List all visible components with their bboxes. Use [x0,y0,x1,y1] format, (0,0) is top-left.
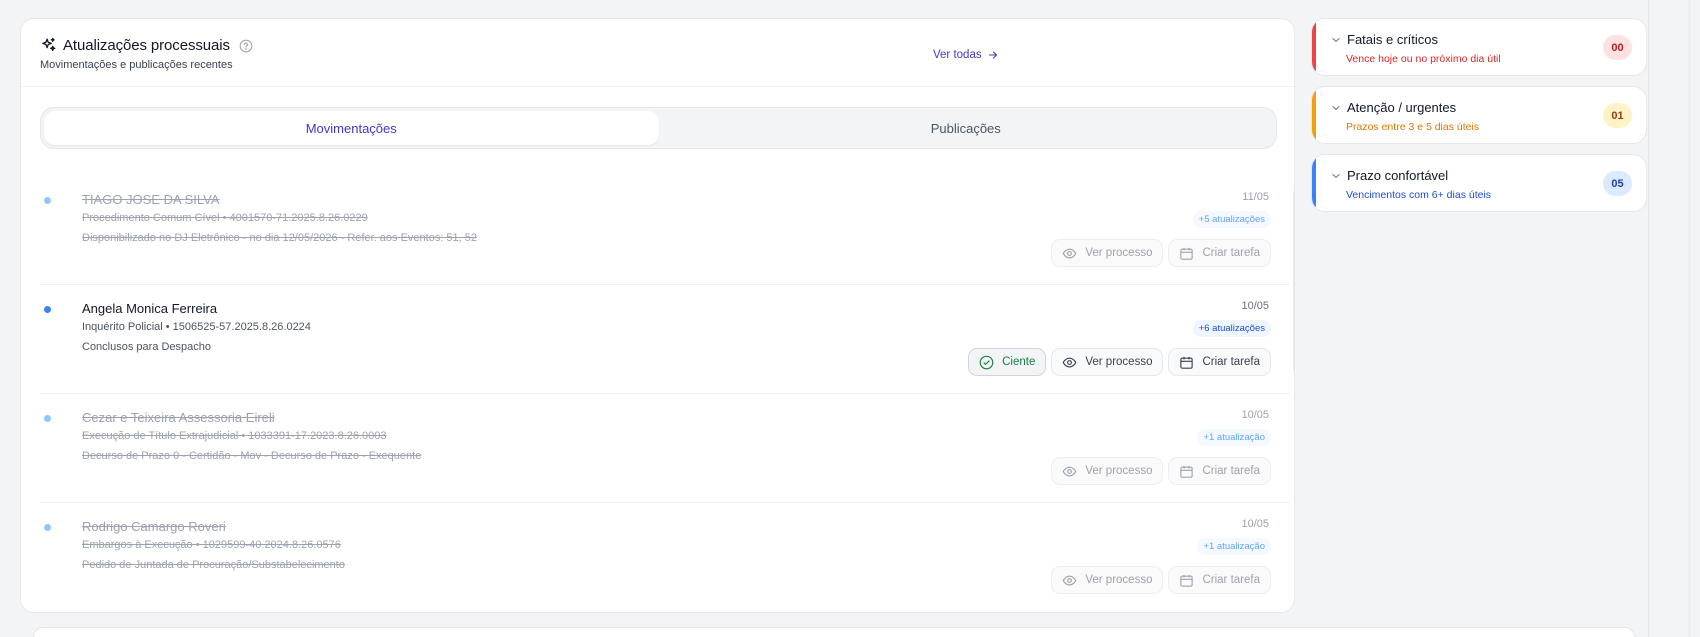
deadlines-sidebar: Fatais e críticos Vence hoje ou no próxi… [1311,18,1647,222]
deadline-group-fatal[interactable]: Fatais e críticos Vence hoje ou no próxi… [1311,18,1647,76]
create-task-button[interactable]: Criar tarefa [1168,566,1271,594]
item-date: 10/05 [1241,518,1269,530]
process-info: Procedimento Comum Cível • 4001570-71.20… [82,212,368,224]
tab-movimentacoes[interactable]: Movimentações [44,111,659,145]
item-date: 11/05 [1242,191,1269,203]
title-row: Atualizações processuais [40,37,253,54]
divider [1648,0,1649,637]
view-process-label: Ver processo [1085,247,1153,259]
deadline-group-title: Fatais e críticos [1347,32,1439,47]
movement-description: Disponibilizado no DJ Eletrônico - no di… [82,232,478,244]
view-process-button[interactable]: Ver processo [1051,566,1164,594]
create-task-button[interactable]: Criar tarefa [1168,239,1271,267]
list-item: Angela Monica Ferreira Inquérito Policia… [40,285,1290,394]
eye-icon [1062,575,1077,585]
deadline-group-title: Prazo confortável [1347,168,1449,183]
accent-bar [1312,87,1316,143]
process-info: Embargos à Execução • 1029599-40.2024.8.… [82,539,341,551]
view-process-label: Ver processo [1085,465,1153,477]
view-process-button[interactable]: Ver processo [1051,239,1164,267]
item-actions: Ver processo Criar tarefa [1051,566,1271,594]
create-task-button[interactable]: Criar tarefa [1168,457,1271,485]
deadline-count-badge: 01 [1603,103,1632,128]
updates-badge[interactable]: +1 atualização [1197,538,1271,555]
updates-badge[interactable]: +6 atualizações [1192,320,1271,337]
party-name: Rodrigo Camargo Roveri [82,519,226,534]
help-icon[interactable] [239,39,253,53]
status-dot [44,197,51,204]
chevron-down-icon [1332,38,1340,42]
panel-header: Atualizações processuais Movimentações e… [21,19,1294,87]
calendar-icon [1180,574,1194,587]
movement-description: Decurso de Prazo 0 - Certidão - Mov - De… [82,450,422,462]
deadline-count-badge: 05 [1603,171,1632,196]
eye-icon [1062,357,1077,367]
next-section-card [33,627,1635,637]
updates-badge[interactable]: +1 atualização [1197,429,1271,446]
panel-subtitle: Movimentações e publicações recentes [40,59,233,71]
item-date: 10/05 [1241,409,1269,421]
list-scrollbar[interactable] [1293,191,1294,371]
status-dot [44,306,51,313]
item-date: 10/05 [1241,300,1269,312]
tab-publicacoes[interactable]: Publicações [659,111,1274,145]
create-task-label: Criar tarefa [1202,356,1260,368]
arrow-right-icon [988,51,997,59]
deadline-group-urgent[interactable]: Atenção / urgentes Prazos entre 3 e 5 di… [1311,86,1647,144]
party-name: TIAGO JOSE DA SILVA [82,192,220,207]
calendar-icon [1180,247,1194,260]
acknowledge-label: Ciente [1002,356,1036,368]
accent-bar [1312,19,1316,75]
view-process-button[interactable]: Ver processo [1051,348,1164,376]
movement-description: Conclusos para Despacho [82,341,212,353]
deadline-group-comfortable[interactable]: Prazo confortável Vencimentos com 6+ dia… [1311,154,1647,212]
check-circle-icon [979,355,994,369]
tab-bar: Movimentações Publicações [40,107,1277,149]
party-name: Cezar e Teixeira Assessoria Eireli [82,410,275,425]
process-info: Execução de Título Extrajudicial • 10333… [82,430,387,442]
accent-bar [1312,155,1316,211]
chevron-down-icon [1332,174,1340,178]
deadline-group-subtitle: Vence hoje ou no próximo dia útil [1346,53,1501,65]
deadline-group-subtitle: Vencimentos com 6+ dias úteis [1346,189,1492,201]
create-task-label: Criar tarefa [1202,574,1260,586]
calendar-icon [1180,465,1194,478]
view-process-label: Ver processo [1085,574,1153,586]
sparkles-icon [42,37,56,52]
list-item: Cezar e Teixeira Assessoria Eireli Execu… [40,394,1290,503]
list-item: Rodrigo Camargo Roveri Embargos à Execuç… [40,503,1290,612]
updates-panel: Atualizações processuais Movimentações e… [20,18,1295,613]
movement-description: Pedido de Juntada de Procuração/Substabe… [82,559,345,571]
page-scrollbar[interactable] [1688,0,1691,637]
item-actions: Ciente Ver processo Criar tarefa [968,348,1271,376]
party-name: Angela Monica Ferreira [82,301,218,316]
create-task-label: Criar tarefa [1202,465,1260,477]
deadline-group-title: Atenção / urgentes [1347,100,1457,115]
create-task-label: Criar tarefa [1202,247,1260,259]
chevron-down-icon [1332,106,1340,110]
acknowledge-button[interactable]: Ciente [968,348,1047,376]
deadline-count-badge: 00 [1603,35,1632,60]
list-item: TIAGO JOSE DA SILVA Procedimento Comum C… [40,176,1290,285]
view-process-label: Ver processo [1085,356,1153,368]
status-dot [44,524,51,531]
item-actions: Ver processo Criar tarefa [1051,239,1271,267]
updates-badge[interactable]: +5 atualizações [1192,211,1271,228]
process-info: Inquérito Policial • 1506525-57.2025.8.2… [82,321,311,333]
deadline-group-subtitle: Prazos entre 3 e 5 dias úteis [1346,121,1480,133]
eye-icon [1062,466,1077,476]
status-dot [44,415,51,422]
panel-title: Atualizações processuais [63,37,230,54]
see-all-link[interactable]: Ver todas [933,49,999,61]
view-process-button[interactable]: Ver processo [1051,457,1164,485]
item-actions: Ver processo Criar tarefa [1051,457,1271,485]
see-all-label: Ver todas [933,49,982,61]
eye-icon [1062,248,1077,258]
create-task-button[interactable]: Criar tarefa [1168,348,1271,376]
updates-list: TIAGO JOSE DA SILVA Procedimento Comum C… [40,176,1290,612]
calendar-icon [1180,356,1194,369]
